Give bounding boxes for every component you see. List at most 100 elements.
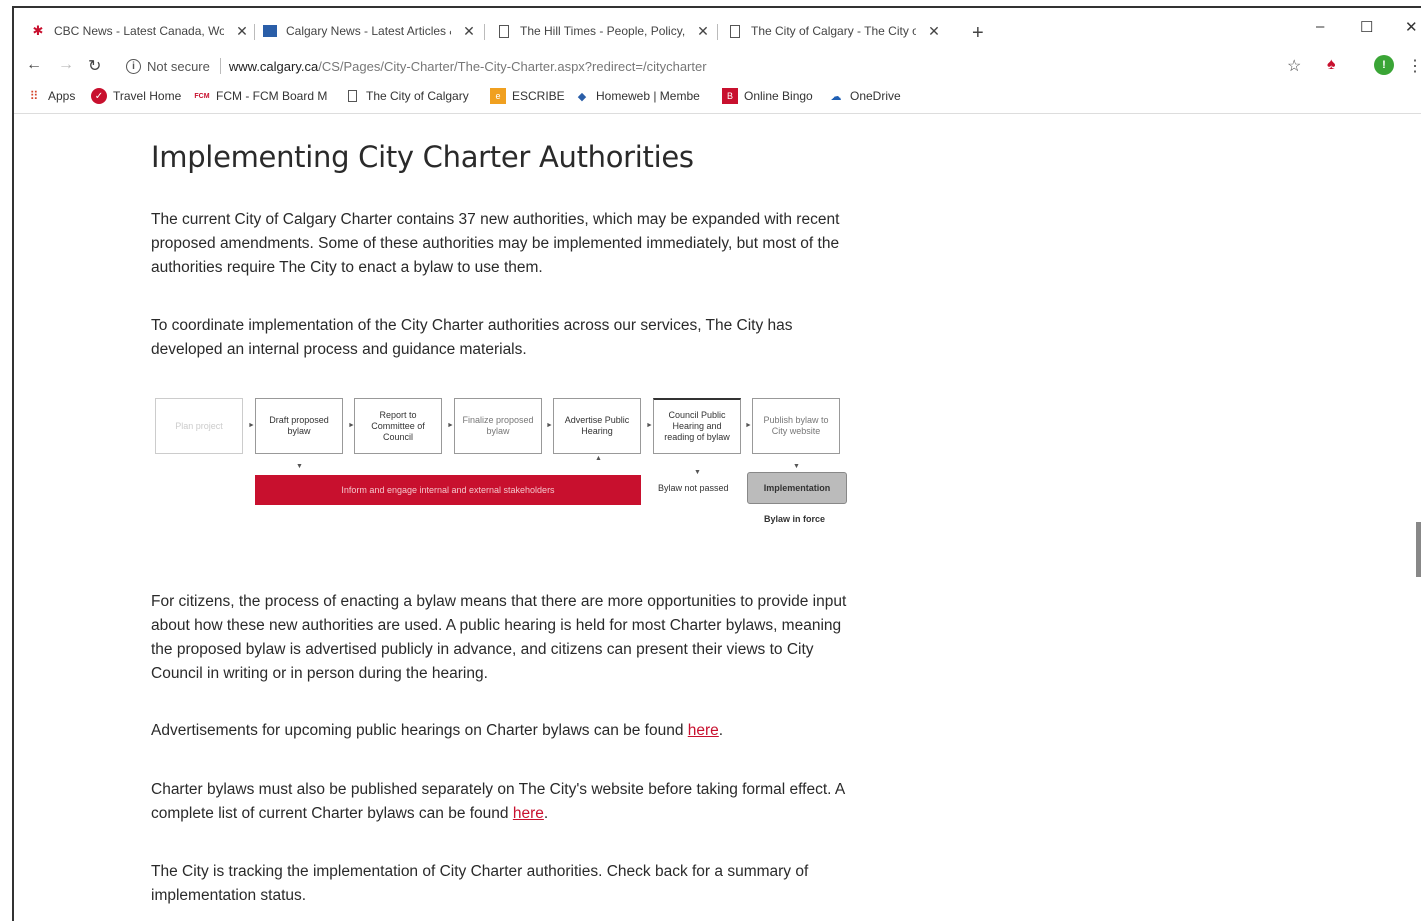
back-arrow-icon[interactable]: ← <box>26 56 42 74</box>
step-draft-bylaw: Draft proposed bylaw <box>255 398 343 454</box>
minimize-button[interactable]: – <box>1316 18 1324 35</box>
step-finalize-bylaw: Finalize proposed bylaw <box>454 398 542 454</box>
page-icon <box>344 88 360 104</box>
menu-kebab-icon[interactable]: ⋮ <box>1407 56 1421 76</box>
bookmark-label: ESCRIBE <box>512 89 565 103</box>
arrow-down-icon: ▼ <box>793 463 800 470</box>
tracking-paragraph: The City is tracking the implementation … <box>151 863 809 904</box>
bookmark-label: Apps <box>48 89 76 103</box>
bookmark-travel-home[interactable]: ✓ Travel Home <box>91 88 181 104</box>
tab-close-icon[interactable]: ✕ <box>926 23 942 40</box>
implementation-box: Implementation <box>747 472 847 504</box>
page-title: Implementing City Charter Authorities <box>151 140 694 174</box>
fcm-icon: FCM <box>194 92 210 100</box>
address-bar[interactable]: i Not secure www.calgary.ca /CS/Pages/Ci… <box>126 54 1276 78</box>
advertisements-text: Advertisements for upcoming public heari… <box>151 722 688 739</box>
extension-badge-icon[interactable]: ! <box>1374 55 1394 75</box>
period: . <box>543 805 549 822</box>
bookmark-fcm[interactable]: FCM FCM - FCM Board M <box>194 88 327 104</box>
step-council-hearing: Council Public Hearing and reading of by… <box>653 398 741 454</box>
calgary-news-icon <box>262 23 278 39</box>
step-publish-bylaw: Publish bylaw to City website <box>752 398 840 454</box>
tab-close-icon[interactable]: ✕ <box>695 23 711 40</box>
publish-paragraph: Charter bylaws must also be published se… <box>151 778 856 826</box>
bookmark-label: Travel Home <box>113 89 182 103</box>
arrow-down-icon: ▼ <box>694 469 701 476</box>
bookmark-escribe[interactable]: e ESCRIBE <box>490 88 565 104</box>
tab-separator <box>717 24 718 40</box>
arrow-right-icon: ► <box>447 422 454 429</box>
tab-title: The City of Calgary - The City of <box>751 24 916 38</box>
bookmark-label: The City of Calgary <box>366 89 469 103</box>
window-frame-left <box>12 8 14 921</box>
bookmark-label: Online Bingo <box>744 89 813 103</box>
page-header: Implementing City Charter Authorities <box>151 140 871 174</box>
maximize-button[interactable]: ☐ <box>1360 18 1373 36</box>
arrow-right-icon: ► <box>546 422 553 429</box>
info-icon[interactable]: i <box>126 58 141 74</box>
tab-calgary-news[interactable]: Calgary News - Latest Articles & ✕ <box>262 18 477 44</box>
tab-title: Calgary News - Latest Articles & <box>286 24 451 38</box>
intro-paragraph: The current City of Calgary Charter cont… <box>151 211 840 276</box>
reload-icon[interactable]: ↻ <box>88 56 101 76</box>
bylaw-not-passed-label: Bylaw not passed <box>658 483 729 493</box>
apps-grid-icon: ⠿ <box>29 89 39 103</box>
tab-title: The Hill Times - People, Policy, I <box>520 24 685 38</box>
advertisements-paragraph: Advertisements for upcoming public heari… <box>151 719 856 743</box>
tab-separator <box>484 24 485 40</box>
tab-city-of-calgary[interactable]: The City of Calgary - The City of ✕ <box>727 18 942 44</box>
homeweb-icon: ◆ <box>577 90 587 103</box>
arrow-right-icon: ► <box>248 422 255 429</box>
tab-cbc[interactable]: ✱ CBC News - Latest Canada, Wo ✕ <box>30 18 250 44</box>
address-divider <box>219 58 221 74</box>
onedrive-icon: ☁ <box>830 90 842 103</box>
forward-arrow-icon[interactable]: → <box>58 56 74 74</box>
step-report-committee: Report to Committee of Council <box>354 398 442 454</box>
travel-icon: ✓ <box>91 88 107 104</box>
process-diagram: Plan project ► Draft proposed bylaw ► Re… <box>150 395 850 530</box>
tab-strip: ✱ CBC News - Latest Canada, Wo ✕ Calgary… <box>14 8 1421 50</box>
arrow-up-icon: ▲ <box>595 455 602 462</box>
bookmark-online-bingo[interactable]: B Online Bingo <box>722 88 813 104</box>
scrollbar-thumb[interactable] <box>1416 522 1421 577</box>
close-window-button[interactable]: ✕ <box>1405 18 1418 36</box>
tab-close-icon[interactable]: ✕ <box>234 23 250 40</box>
arrow-right-icon: ► <box>646 422 653 429</box>
bookmark-homeweb[interactable]: ◆ Homeweb | Membe <box>574 88 700 104</box>
url-host: www.calgary.ca <box>228 58 319 74</box>
advertisements-here-link[interactable]: here <box>688 722 719 739</box>
bookmark-city-of-calgary[interactable]: The City of Calgary <box>344 88 469 104</box>
page-icon <box>496 23 512 39</box>
arrow-down-icon: ▼ <box>296 463 303 470</box>
tab-hill-times[interactable]: The Hill Times - People, Policy, I ✕ <box>496 18 711 44</box>
cbc-gem-icon: ✱ <box>32 23 44 38</box>
toolbar-divider <box>14 113 1421 114</box>
bookmark-label: FCM - FCM Board M <box>216 89 328 103</box>
page-icon <box>727 23 743 39</box>
arrow-right-icon: ► <box>745 422 752 429</box>
bingo-icon: B <box>722 88 738 104</box>
bylaw-in-force-label: Bylaw in force <box>764 514 826 524</box>
url-path: /CS/Pages/City-Charter/The-City-Charter.… <box>318 58 707 74</box>
bylaw-list-here-link[interactable]: here <box>513 805 544 822</box>
escribe-icon: e <box>490 88 506 104</box>
stakeholder-engagement-bar: Inform and engage internal and external … <box>255 475 641 505</box>
period: . <box>718 722 724 739</box>
tab-close-icon[interactable]: ✕ <box>461 23 477 40</box>
citizens-paragraph: For citizens, the process of enacting a … <box>151 593 847 682</box>
tab-title: CBC News - Latest Canada, Wo <box>54 24 224 38</box>
bookmark-label: OneDrive <box>850 89 901 103</box>
bookmarks-bar: ⠿ Apps ✓ Travel Home FCM FCM - FCM Board… <box>14 84 1421 110</box>
step-advertise-hearing: Advertise Public Hearing <box>553 398 641 454</box>
extension-icon[interactable]: ♠ <box>1327 56 1336 74</box>
bookmark-apps[interactable]: ⠿ Apps <box>26 88 76 104</box>
coordinate-paragraph: To coordinate implementation of the City… <box>151 317 793 358</box>
publish-text: Charter bylaws must also be published se… <box>151 781 845 822</box>
browser-toolbar: ← → ↻ i Not secure www.calgary.ca /CS/Pa… <box>14 50 1421 82</box>
star-icon[interactable]: ☆ <box>1287 56 1301 76</box>
tab-separator <box>254 24 255 40</box>
security-label: Not secure <box>147 58 210 74</box>
bookmark-onedrive[interactable]: ☁ OneDrive <box>828 88 901 104</box>
step-plan-project: Plan project <box>155 398 243 454</box>
new-tab-button[interactable]: + <box>972 23 984 43</box>
